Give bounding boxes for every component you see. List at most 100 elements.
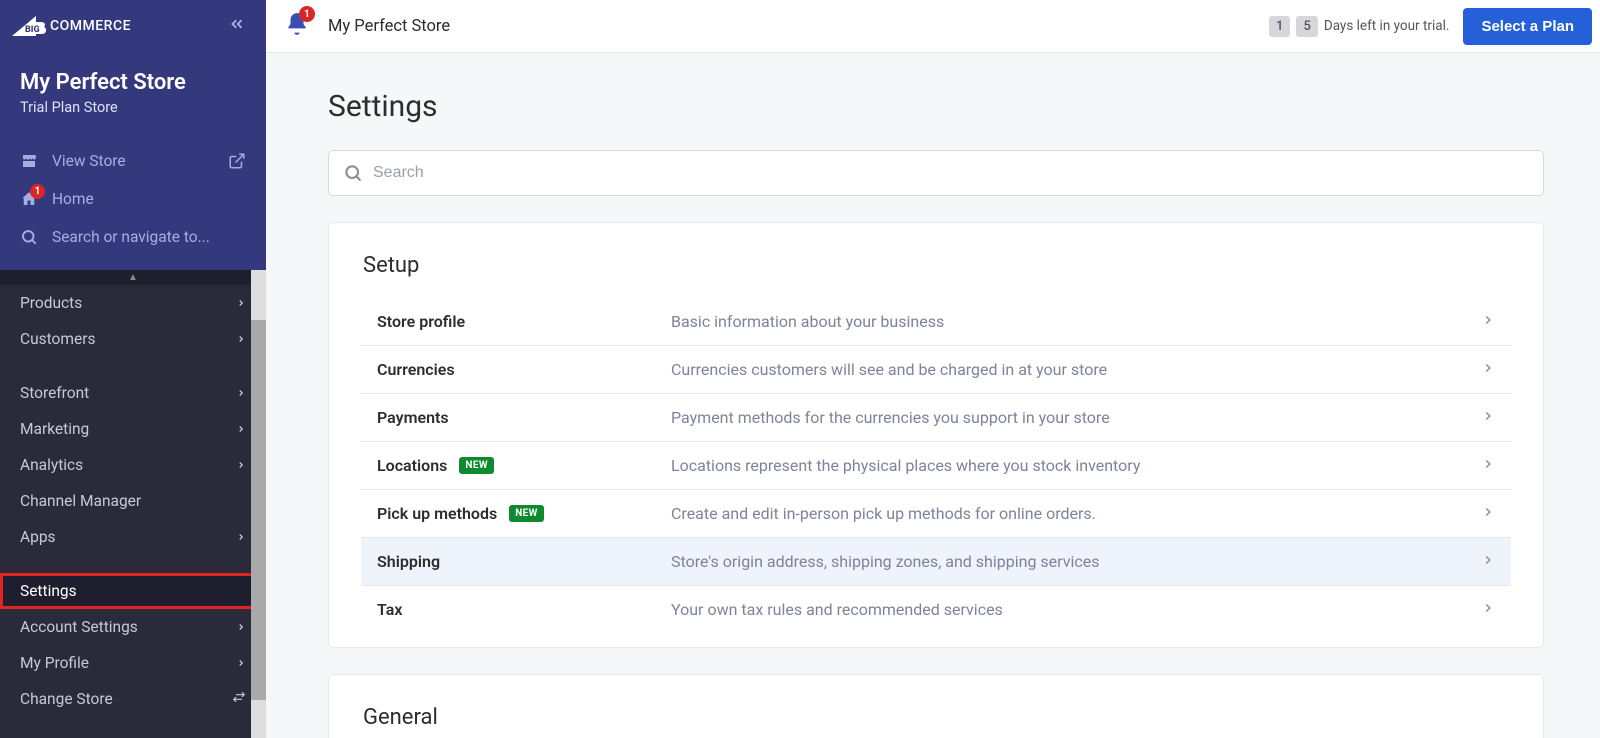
store-name: My Perfect Store — [20, 70, 246, 95]
topbar-store-title: My Perfect Store — [328, 17, 450, 36]
home-badge: 1 — [30, 184, 45, 199]
setting-desc: Payment methods for the currencies you s… — [671, 408, 1481, 427]
notifications-badge: 1 — [299, 6, 315, 22]
chevron-right-icon — [1481, 456, 1495, 475]
trial-text: Days left in your trial. — [1324, 18, 1450, 34]
settings-search-input[interactable] — [373, 164, 1529, 182]
bigcommerce-logo-icon: BIG — [12, 14, 48, 38]
chevron-right-icon — [236, 456, 246, 474]
setting-row-payments[interactable]: PaymentsPayment methods for the currenci… — [361, 394, 1511, 442]
nav-item-label: Channel Manager — [20, 492, 141, 510]
settings-search-bar[interactable] — [328, 150, 1544, 196]
nav-item-label: Storefront — [20, 384, 89, 402]
setting-desc: Basic information about your business — [671, 312, 1481, 331]
scroll-up-arrow[interactable]: ▲ — [0, 270, 266, 285]
nav-item-label: Products — [20, 294, 82, 312]
nav-item-my-profile[interactable]: My Profile — [0, 645, 266, 681]
setting-row-store-profile[interactable]: Store profile Basic information about you… — [361, 298, 1511, 346]
nav-item-customers[interactable]: Customers — [0, 321, 266, 357]
setting-label-cell: Payments — [377, 408, 671, 427]
sidebar-search[interactable]: Search or navigate to... — [0, 218, 266, 260]
nav-item-label: Analytics — [20, 456, 83, 474]
setting-row-pick-up-methods[interactable]: Pick up methodsNEWCreate and edit in-per… — [361, 490, 1511, 538]
chevron-right-icon — [1481, 312, 1495, 331]
setting-row-shipping[interactable]: Shipping Store's origin address, shipping… — [361, 538, 1511, 586]
main: 1 My Perfect Store 1 5 Days left in your… — [266, 0, 1600, 738]
brand-row: BIG COMMERCE — [0, 0, 266, 52]
chevron-right-icon — [236, 528, 246, 546]
chevron-right-icon — [1481, 600, 1495, 619]
nav-item-marketing[interactable]: Marketing — [0, 411, 266, 447]
nav-item-channel-manager[interactable]: Channel Manager — [0, 483, 266, 519]
chevron-right-icon — [236, 384, 246, 402]
sidebar-search-placeholder: Search or navigate to... — [52, 228, 210, 246]
home-button[interactable]: Home 1 — [0, 180, 266, 218]
brand-text: COMMERCE — [50, 18, 131, 34]
setup-card: Setup Store profile Basic information abo… — [328, 222, 1544, 648]
nav-item-label: Account Settings — [20, 618, 138, 636]
sidebar-header: BIG COMMERCE My Perfect Store Trial Plan… — [0, 0, 266, 270]
setting-label-cell: Pick up methods NEW — [377, 504, 671, 523]
storefront-icon — [20, 152, 38, 170]
nav-item-products[interactable]: Products — [0, 285, 266, 321]
general-title: General — [361, 705, 1511, 730]
chevron-right-icon — [236, 654, 246, 672]
chevron-right-icon — [236, 330, 246, 348]
chevron-right-icon — [1481, 360, 1495, 379]
topbar: 1 My Perfect Store 1 5 Days left in your… — [266, 0, 1600, 53]
setting-label-cell: LocationsNEW — [377, 456, 671, 475]
setting-label-cell: Tax — [377, 600, 671, 619]
new-badge: NEW — [459, 457, 494, 474]
nav-item-label: Apps — [20, 528, 56, 546]
swap-icon — [232, 690, 246, 708]
chevron-right-icon — [236, 618, 246, 636]
setting-label: Currencies — [377, 360, 455, 379]
nav-item-storefront[interactable]: Storefront — [0, 375, 266, 411]
sidebar-quick-links: View Store Home 1 Search or navigate to.… — [0, 136, 266, 270]
nav-item-label: Settings — [20, 582, 77, 600]
content: Settings Setup Store profileBasic inform… — [266, 53, 1600, 738]
nav-item-analytics[interactable]: Analytics — [0, 447, 266, 483]
setting-label: Pick up methods — [377, 504, 497, 523]
select-plan-button[interactable]: Select a Plan — [1463, 8, 1592, 45]
setting-desc: Store's origin address, shipping zones, … — [671, 552, 1481, 571]
setting-row-locations[interactable]: LocationsNEWLocations represent the phys… — [361, 442, 1511, 490]
svg-text:BIG: BIG — [25, 25, 40, 35]
nav-item-label: Marketing — [20, 420, 89, 438]
chevron-right-icon — [1481, 552, 1495, 571]
scrollbar-thumb[interactable] — [251, 320, 266, 700]
chevron-right-icon — [236, 294, 246, 312]
setting-row-currencies[interactable]: Currencies Currencies customers will see … — [361, 346, 1511, 394]
external-link-icon — [228, 152, 246, 170]
setting-desc: Currencies customers will see and be cha… — [671, 360, 1481, 379]
nav-item-label: My Profile — [20, 654, 89, 672]
search-icon — [20, 228, 38, 246]
setting-label: Store profile — [377, 312, 465, 331]
topbar-right: 1 5 Days left in your trial. Select a Pl… — [1269, 8, 1592, 45]
notifications-button[interactable]: 1 — [284, 11, 310, 41]
view-store-button[interactable]: View Store — [0, 142, 266, 180]
chevron-right-icon — [1481, 408, 1495, 427]
nav-item-apps[interactable]: Apps — [0, 519, 266, 555]
nav-item-account-settings[interactable]: Account Settings — [0, 609, 266, 645]
topbar-left: 1 My Perfect Store — [284, 11, 450, 41]
sidebar: BIG COMMERCE My Perfect Store Trial Plan… — [0, 0, 266, 738]
trial-digit-1: 1 — [1269, 16, 1290, 37]
home-label: Home — [52, 190, 94, 208]
trial-digit-2: 5 — [1296, 16, 1317, 37]
collapse-sidebar-button[interactable] — [228, 15, 246, 37]
setting-label-cell: Currencies — [377, 360, 671, 379]
new-badge: NEW — [509, 505, 544, 522]
nav-item-settings[interactable]: Settings — [0, 573, 266, 609]
chevron-right-icon — [236, 420, 246, 438]
setting-label: Shipping — [377, 552, 440, 571]
brand-logo[interactable]: BIG COMMERCE — [12, 14, 131, 38]
nav-item-change-store[interactable]: Change Store — [0, 681, 266, 717]
view-store-label: View Store — [52, 152, 126, 170]
setup-title: Setup — [361, 253, 1511, 278]
scrollbar-track[interactable] — [251, 270, 266, 738]
search-icon — [343, 163, 363, 183]
setting-row-tax[interactable]: TaxYour own tax rules and recommended se… — [361, 586, 1511, 633]
setting-desc: Locations represent the physical places … — [671, 456, 1481, 475]
general-card: General — [328, 674, 1544, 738]
